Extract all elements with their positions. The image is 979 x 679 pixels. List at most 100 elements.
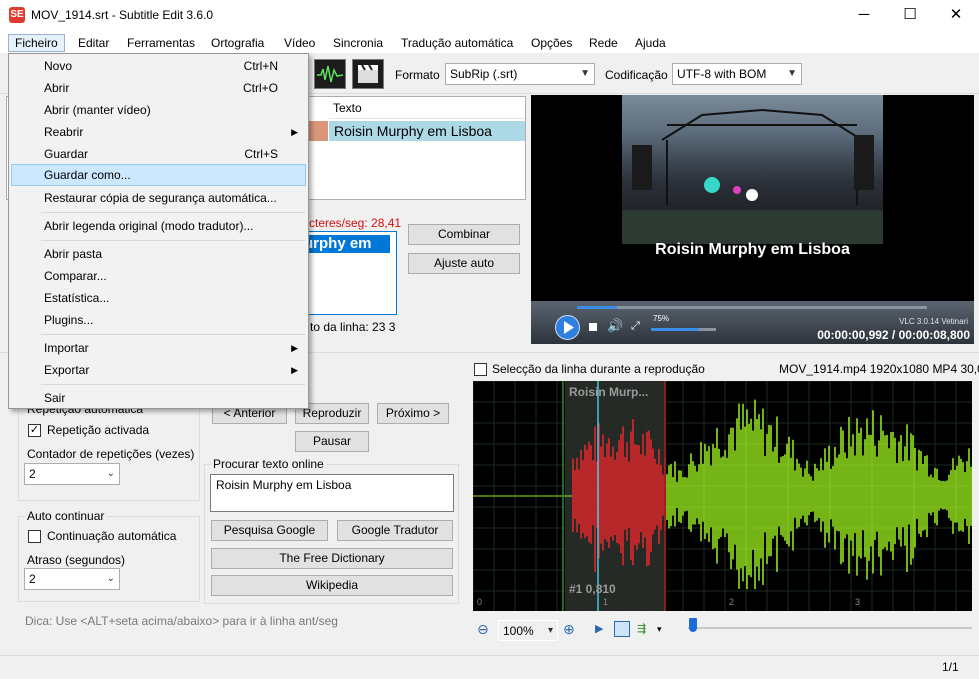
menu-item-label: Abrir (manter vídeo): [44, 103, 151, 117]
zoom-out-icon[interactable]: ⊖: [477, 621, 489, 638]
menu-item-label: Restaurar cópia de segurança automática.…: [44, 191, 277, 205]
menu-item-shortcut: Ctrl+O: [242, 81, 278, 95]
close-button[interactable]: ✕: [933, 0, 979, 31]
play-icon[interactable]: [555, 315, 580, 340]
video-toggle-icon[interactable]: [352, 59, 384, 89]
maximize-button[interactable]: ☐: [887, 0, 933, 31]
next-subtitle-icon[interactable]: ⇶: [637, 622, 646, 635]
select-during-playback-label: Selecção da linha durante a reprodução: [492, 362, 705, 376]
menu-item-sair[interactable]: Sair: [11, 387, 306, 409]
menu-item-comparar[interactable]: Comparar...: [11, 265, 306, 287]
menu-item-abrir-manter-video[interactable]: Abrir (manter vídeo): [11, 99, 306, 121]
page-count: 1/1: [942, 660, 959, 674]
time-tick-1: 1: [603, 597, 609, 607]
menu-item-importar[interactable]: Importar ▶: [11, 337, 306, 359]
waveform-position-slider[interactable]: [688, 627, 972, 629]
chevron-down-icon: ⌄: [106, 573, 115, 584]
chevron-down-icon[interactable]: ▾: [657, 624, 662, 635]
chevron-down-icon: ▼: [787, 68, 797, 79]
menu-sincronia[interactable]: Sincronia: [327, 34, 389, 52]
menu-traducao-automatica[interactable]: Tradução automática: [395, 34, 519, 52]
submenu-arrow-icon: ▶: [291, 343, 298, 353]
format-select[interactable]: SubRip (.srt) ▼: [445, 63, 595, 85]
stop-icon[interactable]: [589, 323, 597, 331]
volume-level: 75%: [653, 314, 670, 323]
waveform-panel[interactable]: Roisin Murp... #1 0,810 0 1 2 3: [473, 381, 972, 611]
media-info: MOV_1914.mp4 1920x1080 MP4 30,0: [779, 362, 979, 376]
volume-slider[interactable]: [651, 328, 716, 331]
waveform-toggle-icon[interactable]: [314, 59, 346, 89]
google-translate-button[interactable]: Google Tradutor: [337, 520, 453, 541]
menu-item-estatistica[interactable]: Estatística...: [11, 287, 306, 309]
encoding-select[interactable]: UTF-8 with BOM ▼: [672, 63, 802, 85]
menu-item-plugins[interactable]: Plugins...: [11, 309, 306, 331]
grid-icon[interactable]: [614, 621, 630, 637]
menu-ficheiro[interactable]: Ficheiro: [8, 34, 65, 52]
menu-ajuda[interactable]: Ajuda: [629, 34, 672, 52]
continue-group-label: Auto continuar: [25, 509, 107, 523]
wikipedia-button[interactable]: Wikipedia: [211, 575, 453, 596]
menu-item-label: Abrir pasta: [44, 247, 103, 261]
video-player[interactable]: Roisin Murphy em Lisboa 🔊 ⤢ 75% VLC 3.0.…: [531, 95, 974, 344]
repeat-checkbox-label: Repetição activada: [47, 423, 150, 437]
menu-item-restaurar-copia[interactable]: Restaurar cópia de segurança automática.…: [11, 187, 306, 209]
menu-video[interactable]: Vídeo: [278, 34, 321, 52]
zoom-in-icon[interactable]: ⊕: [563, 621, 575, 638]
zoom-select[interactable]: 100% ▾: [498, 620, 558, 641]
chevron-down-icon: ▼: [580, 68, 590, 79]
minimize-button[interactable]: ─: [841, 0, 887, 31]
menu-item-label: Abrir legenda original (modo tradutor)..…: [44, 219, 254, 233]
line-length: to da linha: 23 3: [310, 320, 396, 334]
seek-bar[interactable]: [577, 306, 927, 309]
format-label: Formato: [395, 68, 440, 82]
select-during-playback-checkbox[interactable]: [474, 363, 487, 376]
table-row[interactable]: Roisin Murphy em Lisboa: [329, 121, 525, 141]
auto-adjust-button[interactable]: Ajuste auto: [408, 253, 520, 274]
continue-checkbox[interactable]: [28, 530, 41, 543]
menu-separator: [41, 240, 305, 241]
menu-item-label: Exportar: [44, 363, 90, 377]
delay-label: Atraso (segundos): [27, 553, 126, 567]
menu-item-label: Plugins...: [44, 313, 94, 327]
menu-rede[interactable]: Rede: [583, 34, 624, 52]
slider-thumb[interactable]: [689, 618, 697, 632]
search-group-label: Procurar texto online: [211, 457, 326, 471]
menu-item-guardar[interactable]: Guardar Ctrl+S: [11, 143, 306, 165]
menu-ferramentas[interactable]: Ferramentas: [121, 34, 201, 52]
menu-opcoes[interactable]: Opções: [525, 34, 578, 52]
play-selection-icon[interactable]: ▶: [595, 622, 603, 635]
menu-item-label: Sair: [44, 391, 66, 405]
menu-item-abrir[interactable]: Abrir Ctrl+O: [11, 77, 306, 99]
next-button[interactable]: Próximo >: [377, 403, 449, 424]
menu-item-exportar[interactable]: Exportar ▶: [11, 359, 306, 381]
free-dictionary-button[interactable]: The Free Dictionary: [211, 548, 453, 569]
menu-item-abrir-pasta[interactable]: Abrir pasta: [11, 243, 306, 265]
google-search-button[interactable]: Pesquisa Google: [211, 520, 328, 541]
repeat-checkbox[interactable]: ✓: [28, 424, 41, 437]
search-text-input[interactable]: Roisin Murphy em Lisboa: [210, 474, 454, 512]
encoding-value: UTF-8 with BOM: [677, 67, 767, 81]
waveform-graph: [473, 381, 972, 611]
duration-warning-cell: [308, 121, 328, 141]
repeat-count-select[interactable]: 2 ⌄: [24, 463, 120, 485]
menu-item-abrir-legenda-original[interactable]: Abrir legenda original (modo tradutor)..…: [11, 215, 306, 237]
fullscreen-icon[interactable]: ⤢: [631, 320, 640, 333]
menu-editar[interactable]: Editar: [72, 34, 115, 52]
combine-button[interactable]: Combinar: [408, 224, 520, 245]
time-tick-0: 0: [477, 597, 483, 607]
time-tick-2: 2: [729, 597, 735, 607]
pause-button[interactable]: Pausar: [295, 431, 369, 452]
zoom-value: 100%: [503, 624, 534, 638]
menu-ortografia[interactable]: Ortografia: [205, 34, 270, 52]
volume-icon[interactable]: 🔊: [607, 318, 623, 334]
subtitle-text-input[interactable]: urphy em: [300, 231, 397, 315]
column-header-text[interactable]: Texto: [329, 97, 525, 119]
menu-bar: Ficheiro Editar Ferramentas Ortografia V…: [0, 31, 979, 53]
tip-text: Dica: Use <ALT+seta acima/abaixo> para i…: [25, 614, 338, 628]
repeat-count-label: Contador de repetições (vezes): [27, 447, 195, 461]
menu-item-novo[interactable]: Novo Ctrl+N: [11, 55, 306, 77]
submenu-arrow-icon: ▶: [291, 127, 298, 137]
delay-select[interactable]: 2 ⌄: [24, 568, 120, 590]
menu-item-reabrir[interactable]: Reabrir ▶: [11, 121, 306, 143]
menu-item-guardar-como[interactable]: Guardar como...: [11, 164, 306, 186]
